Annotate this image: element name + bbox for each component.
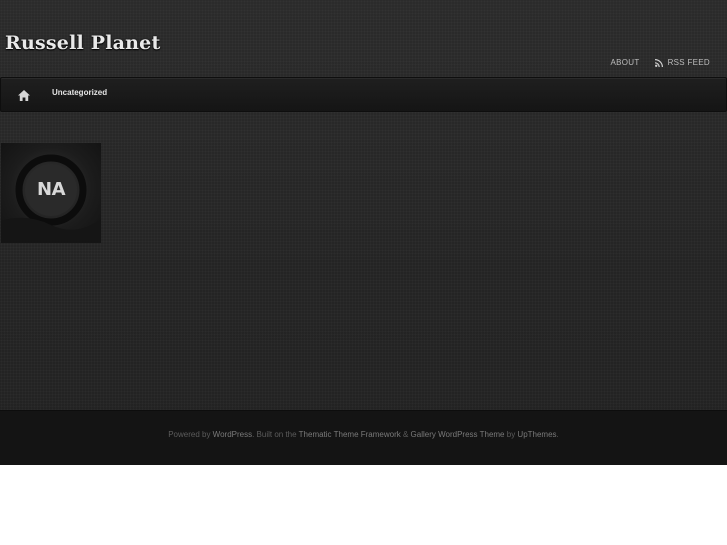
site-logo[interactable]: Russell Planet bbox=[5, 32, 160, 54]
thumbnail-text: NA bbox=[37, 179, 66, 200]
footer-credits: Powered by WordPress. Built on the Thema… bbox=[0, 430, 727, 439]
footer-end: . bbox=[556, 430, 559, 439]
upthemes-link[interactable]: UpThemes bbox=[517, 430, 556, 439]
rss-icon bbox=[654, 58, 663, 67]
rss-feed-label: RSS FEED bbox=[667, 58, 710, 67]
footer-powered-by: Powered by bbox=[168, 430, 213, 439]
wordpress-link[interactable]: WordPress bbox=[213, 430, 252, 439]
home-icon[interactable] bbox=[17, 89, 31, 102]
page: Russell Planet ABOUT RSS FEED Uncategori… bbox=[0, 0, 727, 545]
rss-feed-link[interactable]: RSS FEED bbox=[654, 58, 710, 67]
about-link[interactable]: ABOUT bbox=[611, 58, 640, 67]
footer-built-on: . Built on the bbox=[252, 430, 299, 439]
gallery-theme-link[interactable]: Gallery WordPress Theme bbox=[411, 430, 505, 439]
header: Russell Planet ABOUT RSS FEED bbox=[0, 0, 727, 78]
post-thumbnail[interactable]: NA bbox=[1, 143, 101, 243]
thematic-link[interactable]: Thematic Theme Framework bbox=[299, 430, 401, 439]
site-wrapper: Russell Planet ABOUT RSS FEED Uncategori… bbox=[0, 0, 727, 465]
footer-by: by bbox=[504, 430, 518, 439]
main-navigation: Uncategorized bbox=[0, 77, 727, 112]
nav-item-uncategorized[interactable]: Uncategorized bbox=[52, 88, 107, 97]
footer-amp: & bbox=[400, 430, 411, 439]
footer: Powered by WordPress. Built on the Thema… bbox=[0, 410, 727, 465]
top-links: ABOUT RSS FEED bbox=[611, 58, 710, 67]
